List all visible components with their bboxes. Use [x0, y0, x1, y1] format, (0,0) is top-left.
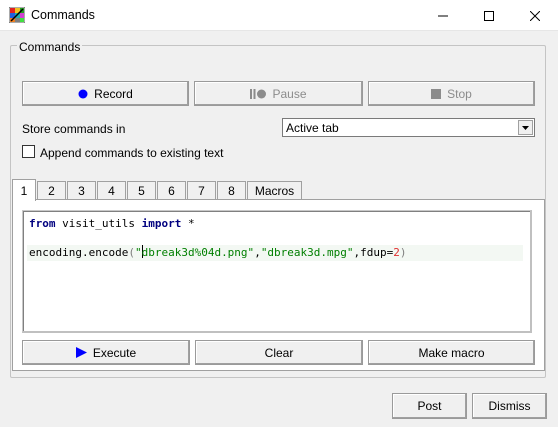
- maximize-button[interactable]: [466, 0, 512, 31]
- pause-icon: [250, 88, 267, 99]
- make-macro-button[interactable]: Make macro: [368, 340, 535, 365]
- code-line-1: from visit_utils import *: [29, 217, 195, 230]
- append-commands-label: Append commands to existing text: [40, 146, 224, 160]
- store-commands-value: Active tab: [286, 121, 339, 135]
- store-commands-select[interactable]: Active tab: [282, 118, 535, 137]
- clear-button[interactable]: Clear: [195, 340, 363, 365]
- tab-6[interactable]: 6: [157, 181, 186, 200]
- tab-7[interactable]: 7: [187, 181, 216, 200]
- window-title: Commands: [31, 8, 95, 22]
- make-macro-button-label: Make macro: [418, 345, 485, 360]
- commands-group-label: Commands: [17, 40, 83, 54]
- record-button-label: Record: [94, 86, 133, 101]
- record-dot-icon: [78, 89, 88, 98]
- dismiss-button[interactable]: Dismiss: [472, 393, 547, 419]
- close-button[interactable]: [512, 0, 558, 31]
- execute-button-label: Execute: [92, 345, 137, 360]
- record-button[interactable]: Record: [22, 81, 189, 106]
- tab-strip: 1 2 3 4 5 6 7 8 Macros: [12, 179, 303, 201]
- minimize-icon: [438, 15, 448, 16]
- append-commands-checkbox[interactable]: [22, 145, 35, 158]
- tab-1[interactable]: 1: [12, 179, 36, 201]
- execute-button[interactable]: Execute: [22, 340, 190, 365]
- clear-button-label: Clear: [264, 345, 294, 360]
- app-icon: [9, 7, 25, 23]
- stop-icon: [431, 88, 442, 99]
- play-arrow-icon: [75, 347, 87, 358]
- post-button[interactable]: Post: [392, 393, 467, 419]
- maximize-icon: [484, 10, 494, 21]
- store-commands-label: Store commands in: [22, 122, 126, 136]
- stop-button[interactable]: Stop: [368, 81, 535, 106]
- command-editor[interactable]: from visit_utils import * encoding.encod…: [22, 210, 532, 333]
- chevron-down-icon[interactable]: [518, 120, 533, 135]
- post-button-label: Post: [417, 399, 442, 413]
- pause-button[interactable]: Pause: [194, 81, 363, 106]
- tab-macros[interactable]: Macros: [247, 181, 302, 200]
- pause-button-label: Pause: [272, 86, 307, 101]
- code-line-2: encoding.encode("dbreak3d%04d.png","dbre…: [27, 245, 523, 261]
- tab-2[interactable]: 2: [37, 181, 66, 200]
- tab-3[interactable]: 3: [67, 181, 96, 200]
- tab-5[interactable]: 5: [127, 181, 156, 200]
- stop-button-label: Stop: [447, 86, 472, 101]
- dismiss-button-label: Dismiss: [488, 399, 531, 413]
- close-icon: [530, 10, 540, 21]
- minimize-button[interactable]: [420, 0, 466, 31]
- tab-4[interactable]: 4: [97, 181, 126, 200]
- tab-8[interactable]: 8: [217, 181, 246, 200]
- title-bar: Commands: [0, 0, 558, 31]
